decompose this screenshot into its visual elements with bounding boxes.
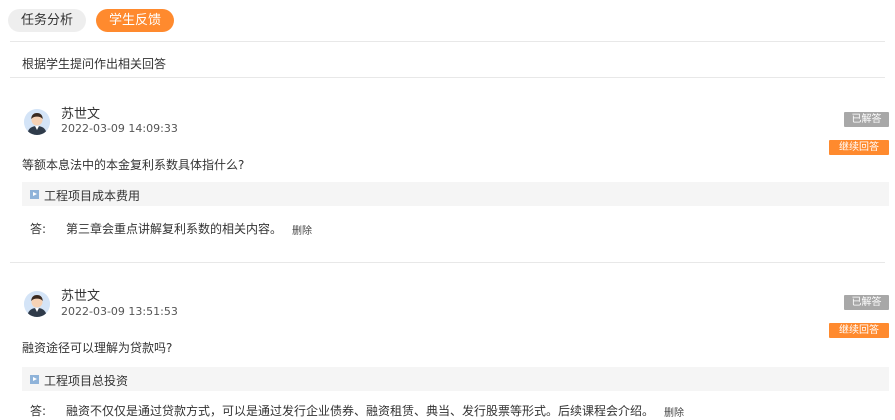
delete-button[interactable]: 删除	[664, 404, 684, 419]
question-text: 融资途径可以理解为贷款吗?	[22, 341, 173, 355]
answer-text: 第三章会重点讲解复利系数的相关内容。	[66, 222, 283, 236]
delete-button[interactable]: 删除	[292, 222, 312, 237]
feedback-card: 苏世文 2022-03-09 13:51:53 已解答 继续回答 融资途径可以理…	[0, 0, 895, 419]
course-label: 工程项目总投资	[44, 374, 129, 388]
course-tag: 工程项目成本费用	[22, 182, 889, 206]
answer-label: 答:	[30, 222, 47, 236]
play-square-icon	[30, 375, 39, 384]
play-square-icon	[30, 190, 39, 199]
timestamp: 2022-03-09 13:51:53	[61, 305, 178, 318]
status-badge: 已解答	[844, 295, 889, 310]
answer-label: 答:	[30, 404, 47, 418]
continue-answer-button[interactable]: 继续回答	[829, 323, 889, 338]
answer-text: 融资不仅仅是通过贷款方式，可以是通过发行企业债券、融资租赁、典当、发行股票等形式…	[66, 404, 655, 418]
divider	[10, 262, 885, 263]
course-tag: 工程项目总投资	[22, 367, 889, 391]
user-name: 苏世文	[61, 289, 101, 304]
course-label: 工程项目成本费用	[44, 189, 141, 203]
user-avatar-icon	[24, 291, 50, 317]
